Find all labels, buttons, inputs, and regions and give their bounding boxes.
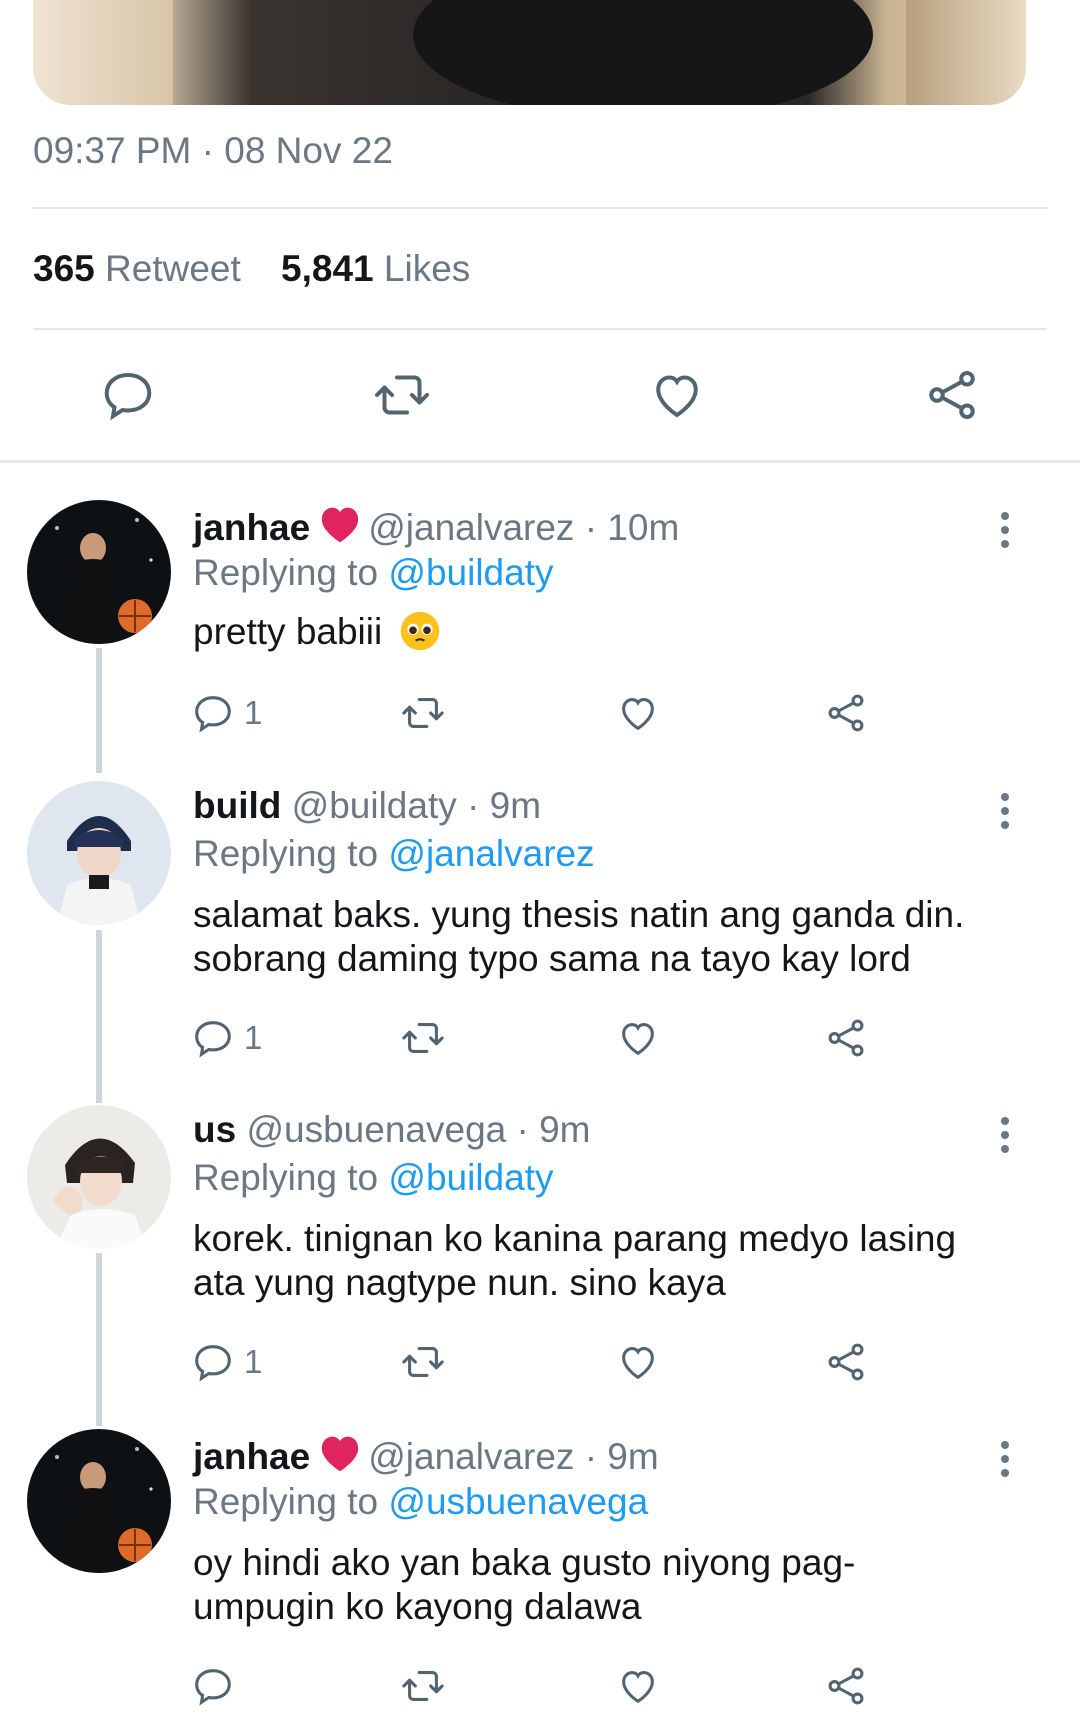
- mention-link[interactable]: @usbuenavega: [388, 1481, 648, 1522]
- reply-text-line: ata yung nagtype nun. sino kaya: [193, 1262, 726, 1303]
- avatar[interactable]: [27, 500, 171, 644]
- retweet-label[interactable]: Retweet: [105, 248, 241, 289]
- share-icon[interactable]: [922, 365, 982, 425]
- tweet-media-image[interactable]: [33, 0, 1026, 105]
- retweet-icon[interactable]: [400, 1013, 446, 1063]
- reply-header: us @usbuenavega · 9m: [193, 1109, 591, 1151]
- divider: [33, 207, 1047, 209]
- reply-action-bar: 1: [190, 1013, 890, 1063]
- display-name[interactable]: build: [193, 785, 281, 826]
- reply-text: pretty babiii: [193, 610, 1023, 654]
- reply-icon: [195, 696, 231, 733]
- reply-button[interactable]: 1: [190, 1013, 262, 1063]
- handle-and-time: @janalvarez · 10m: [368, 507, 680, 548]
- avatar[interactable]: [27, 1429, 171, 1573]
- retweet-icon[interactable]: [372, 365, 432, 425]
- share-icon[interactable]: [823, 688, 869, 738]
- reply-button[interactable]: 1: [190, 1337, 262, 1387]
- like-icon[interactable]: [647, 365, 707, 425]
- reply-header: janhae @janalvarez · 9m: [193, 1433, 659, 1478]
- reply-text-line: sobrang daming typo sama na tayo kay lor…: [193, 938, 911, 979]
- display-name[interactable]: us: [193, 1109, 236, 1150]
- display-name[interactable]: janhae: [193, 1436, 310, 1477]
- photo-background: [33, 0, 173, 105]
- reply-text: oy hindi ako yan baka gusto niyong pag- …: [193, 1541, 1023, 1629]
- like-icon[interactable]: [615, 688, 661, 738]
- photo-edge: [906, 0, 1026, 105]
- avatar[interactable]: [27, 1105, 171, 1249]
- reply-text-line: korek. tinignan ko kanina parang medyo l…: [193, 1218, 957, 1259]
- pleading-face-emoji-icon: [399, 610, 441, 652]
- reply-text-line: oy hindi ako yan baka gusto niyong pag-: [193, 1542, 856, 1583]
- thread-line: [96, 930, 102, 1103]
- tweet-timestamp: 09:37 PM · 08 Nov 22: [33, 130, 393, 171]
- likes-count[interactable]: 5,841: [281, 248, 374, 289]
- likes-label[interactable]: Likes: [384, 248, 470, 289]
- replying-label: Replying to: [193, 1481, 379, 1522]
- red-heart-emoji-icon: [318, 504, 362, 544]
- more-options-icon[interactable]: [995, 512, 1015, 552]
- reply-button[interactable]: 1: [190, 688, 262, 738]
- display-name[interactable]: janhae: [193, 507, 310, 548]
- reply-count: 1: [244, 1343, 263, 1380]
- reply-action-bar: [190, 1661, 890, 1711]
- retweet-icon[interactable]: [400, 688, 446, 738]
- share-icon[interactable]: [823, 1013, 869, 1063]
- replying-label: Replying to: [193, 552, 379, 593]
- photo-subject: [413, 0, 873, 105]
- reply-action-bar: 1: [190, 1337, 890, 1387]
- more-options-icon[interactable]: [995, 793, 1015, 833]
- reply-icon: [195, 1021, 231, 1058]
- avatar[interactable]: [27, 781, 171, 925]
- reply-header: build @buildaty · 9m: [193, 785, 541, 827]
- tweet-action-bar: [0, 365, 1080, 425]
- reply-text-line: salamat baks. yung thesis natin ang gand…: [193, 894, 965, 935]
- divider: [33, 328, 1047, 330]
- handle-and-time: @buildaty · 9m: [291, 785, 542, 826]
- replying-label: Replying to: [193, 1157, 379, 1198]
- handle-and-time: @janalvarez · 9m: [368, 1436, 659, 1477]
- share-icon[interactable]: [823, 1337, 869, 1387]
- tweet-stats: 365 Retweet 5,841 Likes: [33, 248, 470, 290]
- thread-line: [96, 1253, 102, 1426]
- red-heart-emoji-icon: [318, 1433, 362, 1473]
- reply-text-content: pretty babiii: [193, 611, 383, 652]
- reply-count: 1: [244, 1019, 263, 1056]
- retweet-icon[interactable]: [400, 1661, 446, 1711]
- like-icon[interactable]: [615, 1661, 661, 1711]
- reply-icon[interactable]: [98, 365, 158, 425]
- reply-icon: [195, 1669, 231, 1706]
- reply-count: 1: [244, 694, 263, 731]
- share-icon[interactable]: [823, 1661, 869, 1711]
- reply-text: salamat baks. yung thesis natin ang gand…: [193, 893, 1023, 981]
- more-options-icon[interactable]: [995, 1441, 1015, 1481]
- reply-header: janhae @janalvarez · 10m: [193, 504, 679, 549]
- mention-link[interactable]: @buildaty: [388, 1157, 553, 1198]
- replying-to: Replying to @janalvarez: [193, 833, 595, 875]
- reply-action-bar: 1: [190, 688, 890, 738]
- thread-line: [96, 648, 102, 773]
- reply-button[interactable]: [190, 1661, 244, 1711]
- reply-text: korek. tinignan ko kanina parang medyo l…: [193, 1217, 1023, 1305]
- replying-to: Replying to @usbuenavega: [193, 1481, 648, 1523]
- replying-label: Replying to: [193, 833, 379, 874]
- reply-text-line: umpugin ko kayong dalawa: [193, 1586, 642, 1627]
- replying-to: Replying to @buildaty: [193, 1157, 553, 1199]
- more-options-icon[interactable]: [995, 1117, 1015, 1157]
- retweet-count[interactable]: 365: [33, 248, 95, 289]
- mention-link[interactable]: @janalvarez: [388, 833, 594, 874]
- replying-to: Replying to @buildaty: [193, 552, 553, 594]
- like-icon[interactable]: [615, 1337, 661, 1387]
- handle-and-time: @usbuenavega · 9m: [246, 1109, 591, 1150]
- reply-icon: [195, 1345, 231, 1382]
- mention-link[interactable]: @buildaty: [388, 552, 553, 593]
- retweet-icon[interactable]: [400, 1337, 446, 1387]
- like-icon[interactable]: [615, 1013, 661, 1063]
- section-divider: [0, 460, 1080, 463]
